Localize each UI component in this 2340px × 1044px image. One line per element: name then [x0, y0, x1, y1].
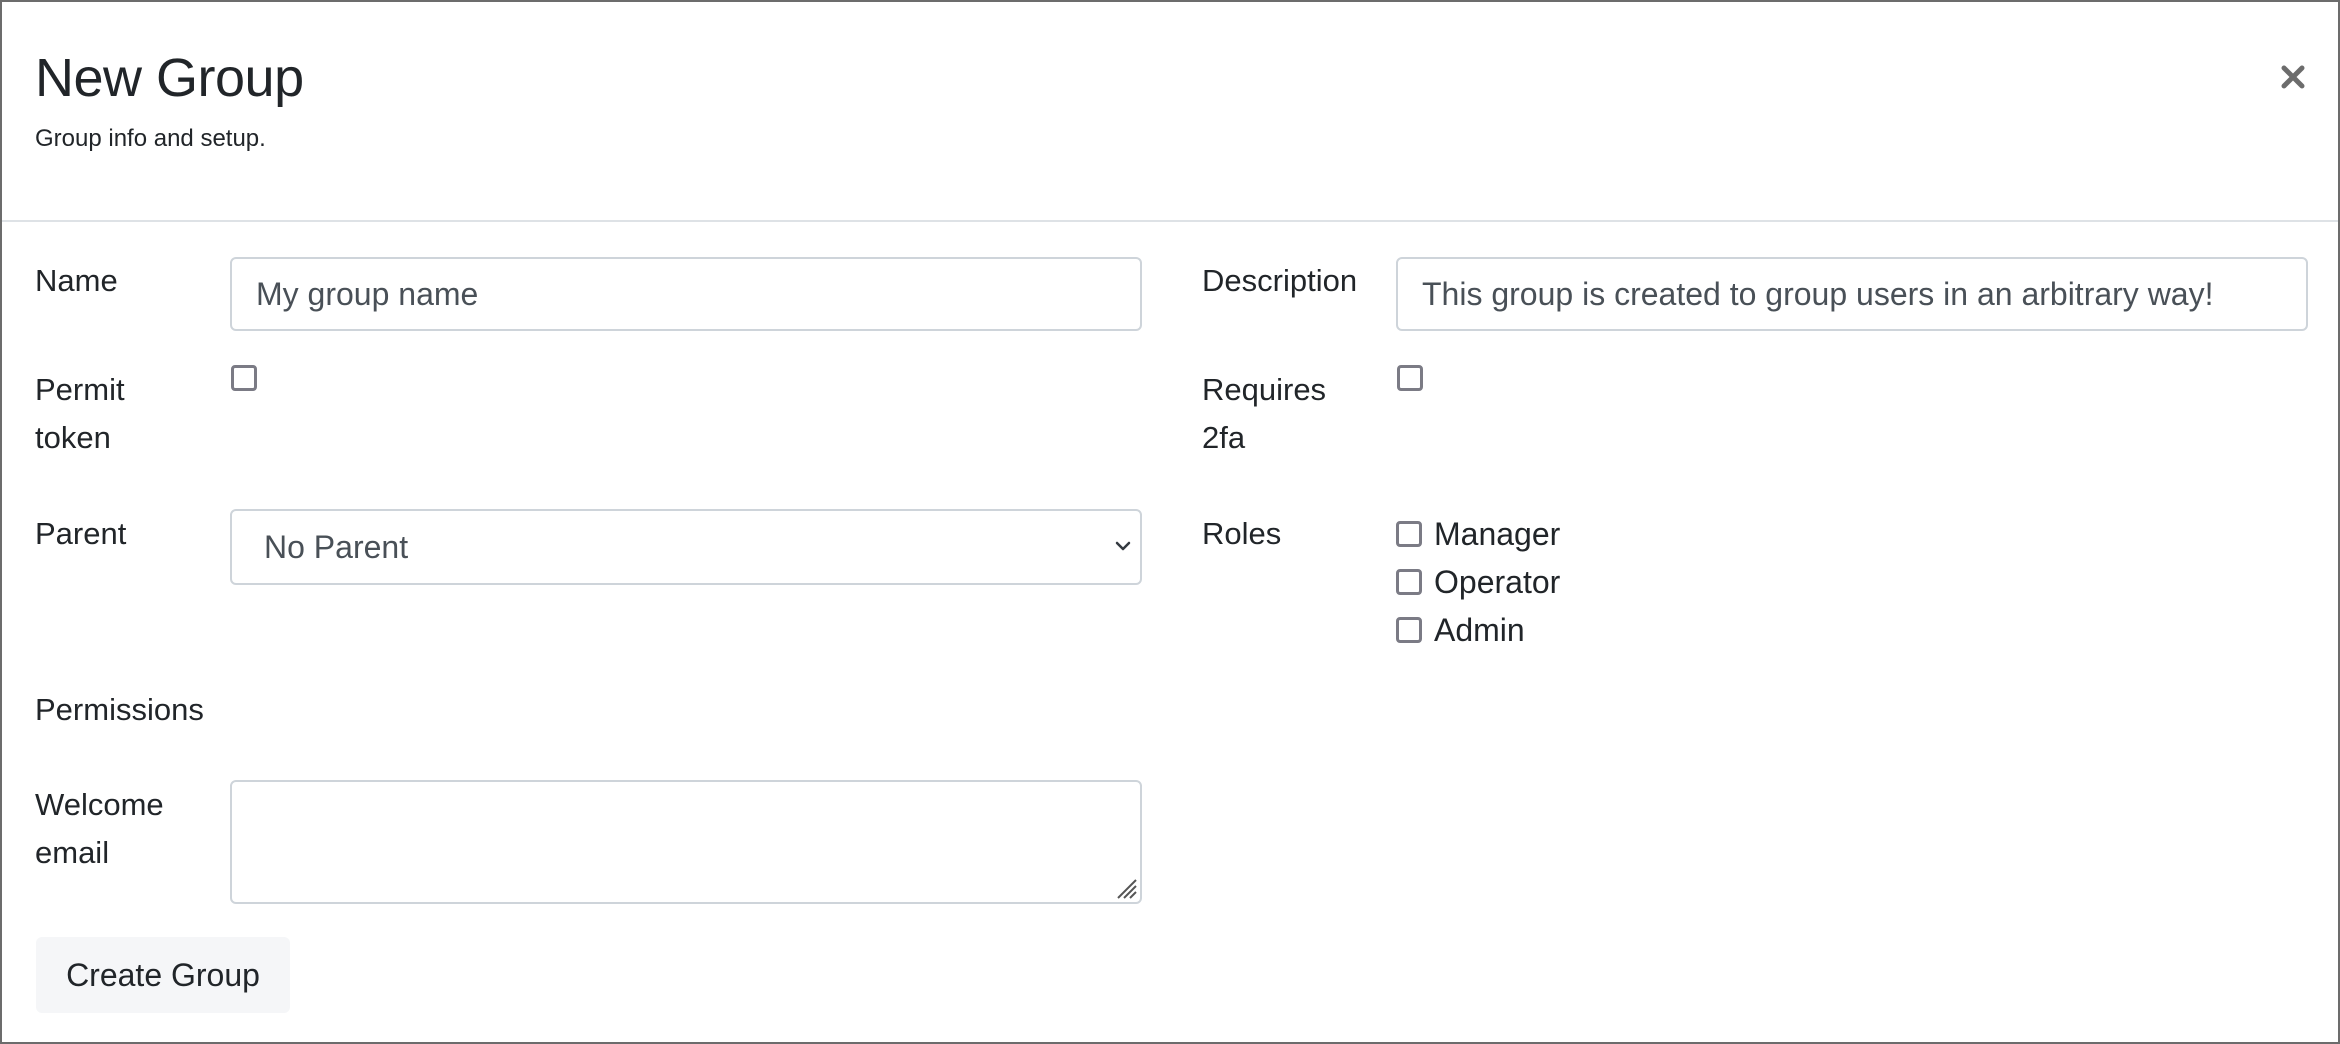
role-manager-label[interactable]: Manager [1434, 510, 1560, 558]
close-icon [2281, 65, 2305, 89]
close-button[interactable] [2274, 58, 2312, 96]
permit-token-checkbox[interactable] [231, 365, 257, 391]
parent-select[interactable]: No Parent [230, 509, 1142, 585]
requires-2fa-label-line2: 2fa [1202, 420, 1246, 455]
role-admin-label[interactable]: Admin [1434, 606, 1525, 654]
permit-token-label-line1: Permit [35, 372, 125, 407]
parent-select-value: No Parent [264, 529, 409, 565]
dialog-title: New Group [35, 48, 304, 108]
new-group-dialog: New Group Group info and setup. Name Des… [0, 0, 2340, 1044]
description-input[interactable] [1396, 257, 2308, 331]
welcome-email-label-line1: Welcome [35, 787, 164, 822]
role-operator-checkbox[interactable] [1396, 569, 1422, 595]
role-manager-checkbox[interactable] [1396, 521, 1422, 547]
role-operator-label[interactable]: Operator [1434, 558, 1560, 606]
name-label: Name [35, 263, 118, 298]
dialog-header: New Group Group info and setup. [2, 2, 2338, 222]
permit-token-label-line2: token [35, 420, 111, 455]
requires-2fa-checkbox[interactable] [1397, 365, 1423, 391]
resize-grip-icon[interactable] [1112, 874, 1138, 900]
permissions-label: Permissions [35, 692, 204, 727]
requires-2fa-label-line1: Requires [1202, 372, 1327, 407]
chevron-down-icon [1115, 541, 1131, 551]
welcome-email-label-line2: email [35, 835, 110, 870]
roles-label: Roles [1202, 516, 1282, 551]
dialog-subtitle: Group info and setup. [35, 125, 266, 152]
description-label: Description [1202, 263, 1358, 298]
role-admin-checkbox[interactable] [1396, 617, 1422, 643]
name-input[interactable] [230, 257, 1142, 331]
parent-label: Parent [35, 516, 127, 551]
welcome-email-textarea[interactable] [230, 780, 1142, 904]
create-group-button[interactable]: Create Group [36, 937, 290, 1013]
